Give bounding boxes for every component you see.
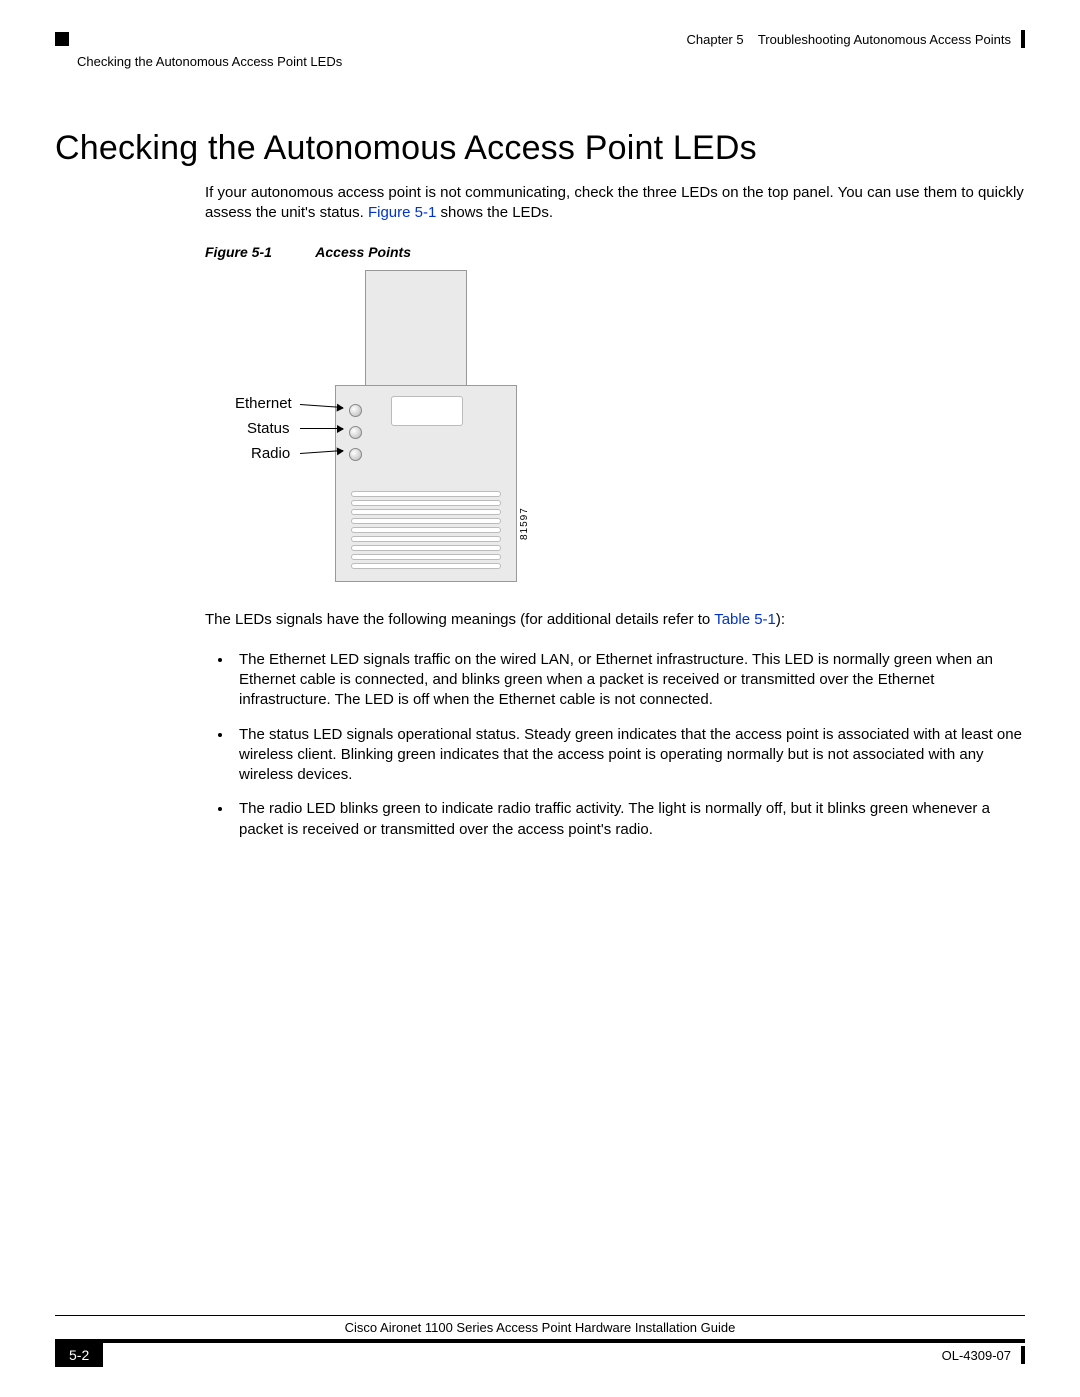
header-bar-right: [1021, 30, 1025, 48]
document-id: OL-4309-07: [942, 1348, 1011, 1363]
intro-post: shows the LEDs.: [436, 204, 553, 221]
figure-caption: Figure 5-1 Access Points: [205, 244, 1025, 260]
section-breadcrumb: Checking the Autonomous Access Point LED…: [77, 54, 1025, 69]
page-title: Checking the Autonomous Access Point LED…: [55, 129, 1025, 168]
chapter-title: Troubleshooting Autonomous Access Points: [758, 32, 1011, 47]
header-marker-left: [55, 32, 69, 46]
ethernet-led-icon: [349, 404, 362, 417]
running-header: Chapter 5 Troubleshooting Autonomous Acc…: [55, 30, 1025, 48]
figure-label: Figure 5-1: [205, 244, 272, 260]
meanings-pre: The LEDs signals have the following mean…: [205, 611, 714, 628]
intro-paragraph: If your autonomous access point is not c…: [205, 183, 1025, 224]
arrow-icon: [300, 404, 343, 408]
list-item: The Ethernet LED signals traffic on the …: [233, 650, 1025, 711]
ethernet-label: Ethernet: [235, 395, 292, 412]
figure-illustration: Ethernet Status Radio 81597: [205, 270, 1025, 590]
device-body: [335, 385, 517, 582]
arrow-icon: [300, 450, 343, 454]
table-ref-link[interactable]: Table 5-1: [714, 611, 776, 628]
device-antenna-block: [365, 270, 467, 387]
list-item: The radio LED blinks green to indicate r…: [233, 799, 1025, 840]
intro-pre: If your autonomous access point is not c…: [205, 184, 1024, 221]
footer-bar-right: [1021, 1346, 1025, 1364]
meanings-post: ):: [776, 611, 785, 628]
figure-title: Access Points: [315, 244, 411, 260]
status-led-icon: [349, 426, 362, 439]
figure-ref-link[interactable]: Figure 5-1: [368, 204, 436, 221]
device-label-plate: [391, 396, 463, 426]
page: Chapter 5 Troubleshooting Autonomous Acc…: [0, 0, 1080, 1397]
figure-id: 81597: [519, 507, 530, 540]
page-footer: Cisco Aironet 1100 Series Access Point H…: [55, 1315, 1025, 1367]
radio-label: Radio: [251, 445, 290, 462]
speaker-grille: [351, 491, 501, 571]
list-item: The status LED signals operational statu…: [233, 725, 1025, 786]
footer-guide-title: Cisco Aironet 1100 Series Access Point H…: [55, 1315, 1025, 1343]
status-label: Status: [247, 420, 290, 437]
page-number: 5-2: [55, 1343, 103, 1367]
meanings-intro: The LEDs signals have the following mean…: [205, 610, 1025, 630]
led-meanings-list: The Ethernet LED signals traffic on the …: [205, 650, 1025, 840]
arrow-icon: [300, 428, 343, 429]
radio-led-icon: [349, 448, 362, 461]
chapter-label: Chapter 5: [687, 32, 744, 47]
